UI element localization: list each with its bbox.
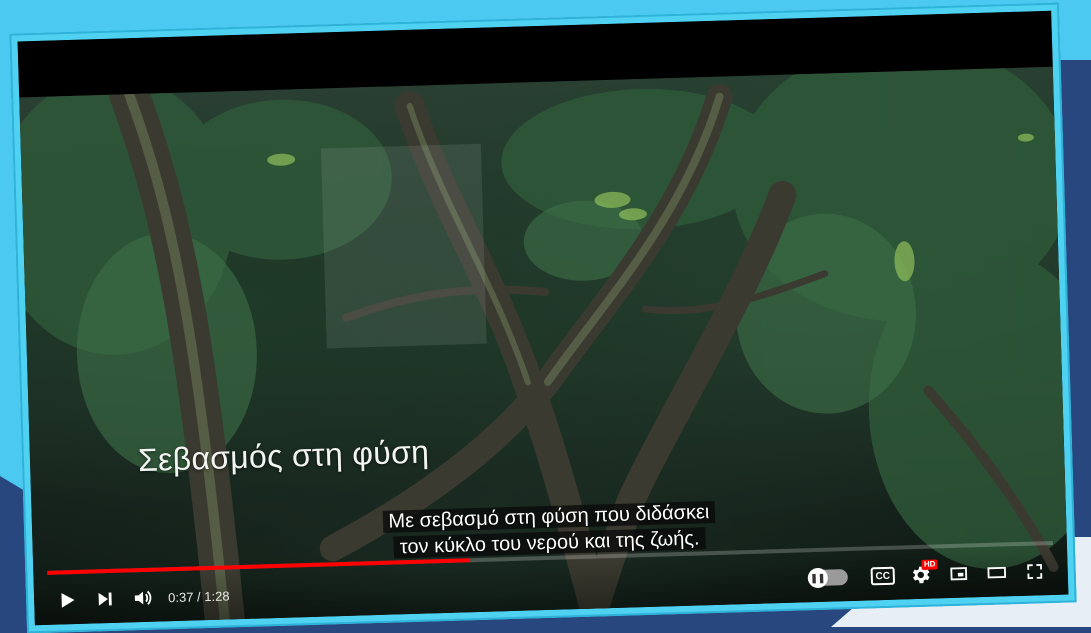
fullscreen-button[interactable] — [1015, 552, 1054, 591]
play-icon — [61, 593, 75, 608]
next-button[interactable] — [86, 580, 125, 619]
video-player[interactable]: Σεβασμός στη φύση Με σεβασμό στη φύση πο… — [17, 10, 1069, 626]
autoplay-toggle[interactable]: ❚❚ — [807, 567, 849, 589]
next-icon — [98, 592, 112, 606]
miniplayer-button[interactable] — [939, 554, 978, 593]
captions-icon: CC — [870, 566, 896, 586]
fullscreen-icon — [1027, 563, 1043, 580]
captions-button[interactable]: CC — [863, 556, 902, 595]
settings-button[interactable]: HD — [901, 555, 940, 594]
volume-icon — [134, 590, 152, 605]
time-display: 0:37 / 1:28 — [167, 587, 230, 605]
play-button[interactable] — [48, 581, 87, 620]
miniplayer-icon — [950, 567, 968, 581]
video-frame: Σεβασμός στη φύση Με σεβασμό στη φύση πο… — [9, 2, 1077, 633]
autoplay-toggle-icon: ❚❚ — [807, 567, 829, 589]
theater-mode-button[interactable] — [977, 553, 1016, 592]
volume-button[interactable] — [124, 578, 163, 617]
hd-badge: HD — [921, 559, 938, 570]
theater-icon — [987, 566, 1007, 579]
